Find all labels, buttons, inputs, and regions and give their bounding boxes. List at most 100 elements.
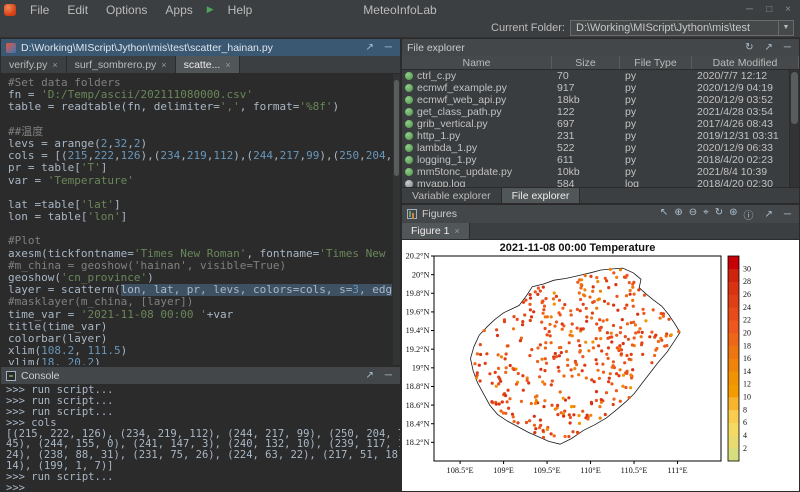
run-icon[interactable]: ▶ (202, 4, 219, 15)
code-token: 'Times New Roman' (319, 247, 400, 260)
table-row[interactable]: myapp.log584log2018/4/20 02:30 (402, 178, 789, 187)
x-axis-labels: 108.5°E109°E109.5°E110°E110.5°E111°E (447, 461, 688, 475)
zoom-out-icon[interactable]: ⊖ (686, 207, 700, 222)
figure-canvas[interactable]: 2021-11-08 00:00 Temperature108.5°E109°E… (402, 240, 799, 491)
code-token: ',' (220, 100, 240, 113)
editor-tab[interactable]: surf_sombrero.py × (67, 56, 176, 73)
code-text: ),( (319, 149, 339, 162)
table-row[interactable]: ctrl_c.py70py2020/7/7 12:12 (402, 70, 789, 82)
code-editor[interactable]: #Set data foldersfn = 'D:/Temp/ascii/202… (1, 74, 400, 365)
zoom-in-icon[interactable]: ⊕ (671, 207, 685, 222)
menu-item-edit[interactable]: Edit (58, 0, 97, 19)
current-folder-combobox[interactable]: D:\Working\MIScript\Jython\mis\test ▼ (570, 20, 794, 36)
svg-text:10: 10 (743, 393, 751, 402)
tab-close-icon[interactable]: × (225, 60, 230, 70)
code-comment: #Plot (8, 234, 41, 247)
column-header-size[interactable]: Size (552, 56, 620, 69)
tab-close-icon[interactable]: × (455, 226, 460, 236)
console-icon (6, 371, 16, 381)
combo-dropdown-icon[interactable]: ▼ (778, 21, 793, 35)
float-panel-icon[interactable]: ↗ (363, 370, 377, 381)
code-line (8, 114, 400, 126)
svg-text:16: 16 (743, 354, 751, 363)
table-row[interactable]: get_class_path.py122py2021/4/28 03:54 (402, 106, 789, 118)
column-header-name[interactable]: Name (402, 56, 552, 69)
editor-scrollbar[interactable] (392, 74, 400, 365)
file-size-cell: 611 (552, 154, 620, 166)
menu-item-help[interactable]: Help (219, 0, 262, 19)
file-type-cell: log (620, 178, 692, 187)
table-row[interactable]: lambda_1.py522py2020/12/9 06:33 (402, 142, 789, 154)
select-arrow-icon[interactable]: ↖ (657, 207, 671, 222)
table-row[interactable]: ecmwf_web_api.py18kbpy2020/12/9 03:52 (402, 94, 789, 106)
menu-item-options[interactable]: Options (97, 0, 156, 19)
code-token: 'T' (81, 161, 101, 174)
python-file-icon (405, 96, 413, 104)
explorer-tab-file-explorer[interactable]: File explorer (502, 188, 581, 203)
file-size-cell: 917 (552, 82, 620, 94)
menubar: FileEditOptionsApps▶Help MeteoInfoLab ─ … (0, 0, 800, 19)
table-row[interactable]: http_1.py231py2019/12/31 03:31 (402, 130, 789, 142)
code-token: 'Times New Roman' (134, 247, 247, 260)
code-line: var = 'Temperature' (8, 175, 400, 187)
full-extent-icon[interactable]: ⊛ (726, 207, 740, 222)
code-token: 126 (121, 149, 141, 162)
float-panel-icon[interactable]: ↗ (762, 209, 776, 220)
menu-item-apps[interactable]: Apps (156, 0, 201, 19)
editor-scrollbar-thumb[interactable] (394, 80, 399, 176)
file-name: logging_1.py (417, 154, 477, 166)
float-panel-icon[interactable]: ↗ (762, 42, 776, 53)
menu-item-file[interactable]: File (21, 0, 58, 19)
file-date-cell: 2018/4/20 02:30 (692, 178, 789, 187)
minimize-panel-icon[interactable]: ─ (382, 370, 395, 381)
figure-tab[interactable]: Figure 1 × (402, 223, 470, 239)
table-row[interactable]: ecmwf_example.py917py2020/12/9 04:19 (402, 82, 789, 94)
refresh-icon[interactable]: ↻ (742, 42, 756, 53)
code-text: , (114, 149, 121, 162)
figures-titlebar: Figures ↖⊕⊖⌖↻⊛ⓘ ↗ ─ (402, 205, 799, 223)
column-header-date[interactable]: Date Modified (692, 56, 799, 69)
identify-icon[interactable]: ⓘ (741, 207, 757, 222)
svg-text:6: 6 (743, 418, 747, 427)
column-header-filetype[interactable]: File Type (620, 56, 692, 69)
file-name-cell: ctrl_c.py (402, 70, 552, 82)
code-token: 244 (253, 149, 273, 162)
console-output[interactable]: >>> run script...>>> run script...>>> ru… (1, 384, 400, 491)
svg-text:109.5°E: 109.5°E (534, 466, 561, 475)
file-date-cell: 2019/12/31 03:31 (692, 130, 789, 142)
editor-tab[interactable]: scatte...× (176, 56, 240, 73)
explorer-tab-variable-explorer[interactable]: Variable explorer (402, 188, 502, 203)
minimize-window-icon[interactable]: ─ (746, 4, 753, 15)
table-row[interactable]: logging_1.py611py2018/4/20 02:23 (402, 154, 789, 166)
minimize-panel-icon[interactable]: ─ (781, 42, 794, 53)
rotate-icon[interactable]: ↻ (712, 207, 726, 222)
float-panel-icon[interactable]: ↗ (363, 42, 377, 53)
code-line: table = readtable(fn, delimiter=',', for… (8, 101, 400, 113)
file-date-cell: 2018/4/20 02:23 (692, 154, 789, 166)
file-size-cell: 70 (552, 70, 620, 82)
file-date-cell: 2020/12/9 06:33 (692, 142, 789, 154)
tab-close-icon[interactable]: × (161, 60, 166, 70)
maximize-window-icon[interactable]: □ (766, 4, 772, 15)
file-date-cell: 2020/7/7 12:12 (692, 70, 789, 82)
svg-text:4: 4 (743, 431, 747, 440)
table-row[interactable]: grib_vertical.py697py2017/4/26 08:43 (402, 118, 789, 130)
figure-toolbar: ↖⊕⊖⌖↻⊛ⓘ (657, 207, 757, 222)
file-name: lambda_1.py (417, 142, 477, 154)
editor-tab[interactable]: verify.py× (1, 56, 67, 73)
minimize-panel-icon[interactable]: ─ (781, 209, 794, 220)
code-token: 112 (213, 149, 233, 162)
file-date-cell: 2017/4/26 08:43 (692, 118, 789, 130)
close-window-icon[interactable]: × (785, 4, 791, 15)
editor-panel: D:\Working\MIScript\Jython\mis\test\scat… (0, 38, 401, 366)
tab-close-icon[interactable]: × (52, 60, 57, 70)
minimize-panel-icon[interactable]: ─ (382, 42, 395, 53)
editor-tab-label: surf_sombrero.py (75, 59, 157, 71)
code-text: , format= (240, 100, 300, 113)
explorer-scrollbar-thumb[interactable] (791, 72, 798, 124)
explorer-scrollbar[interactable] (789, 70, 799, 187)
code-text: ),( (233, 149, 253, 162)
file-size-cell: 522 (552, 142, 620, 154)
pan-icon[interactable]: ⌖ (700, 207, 712, 222)
table-row[interactable]: mm5tonc_update.py10kbpy2021/8/4 10:39 (402, 166, 789, 178)
